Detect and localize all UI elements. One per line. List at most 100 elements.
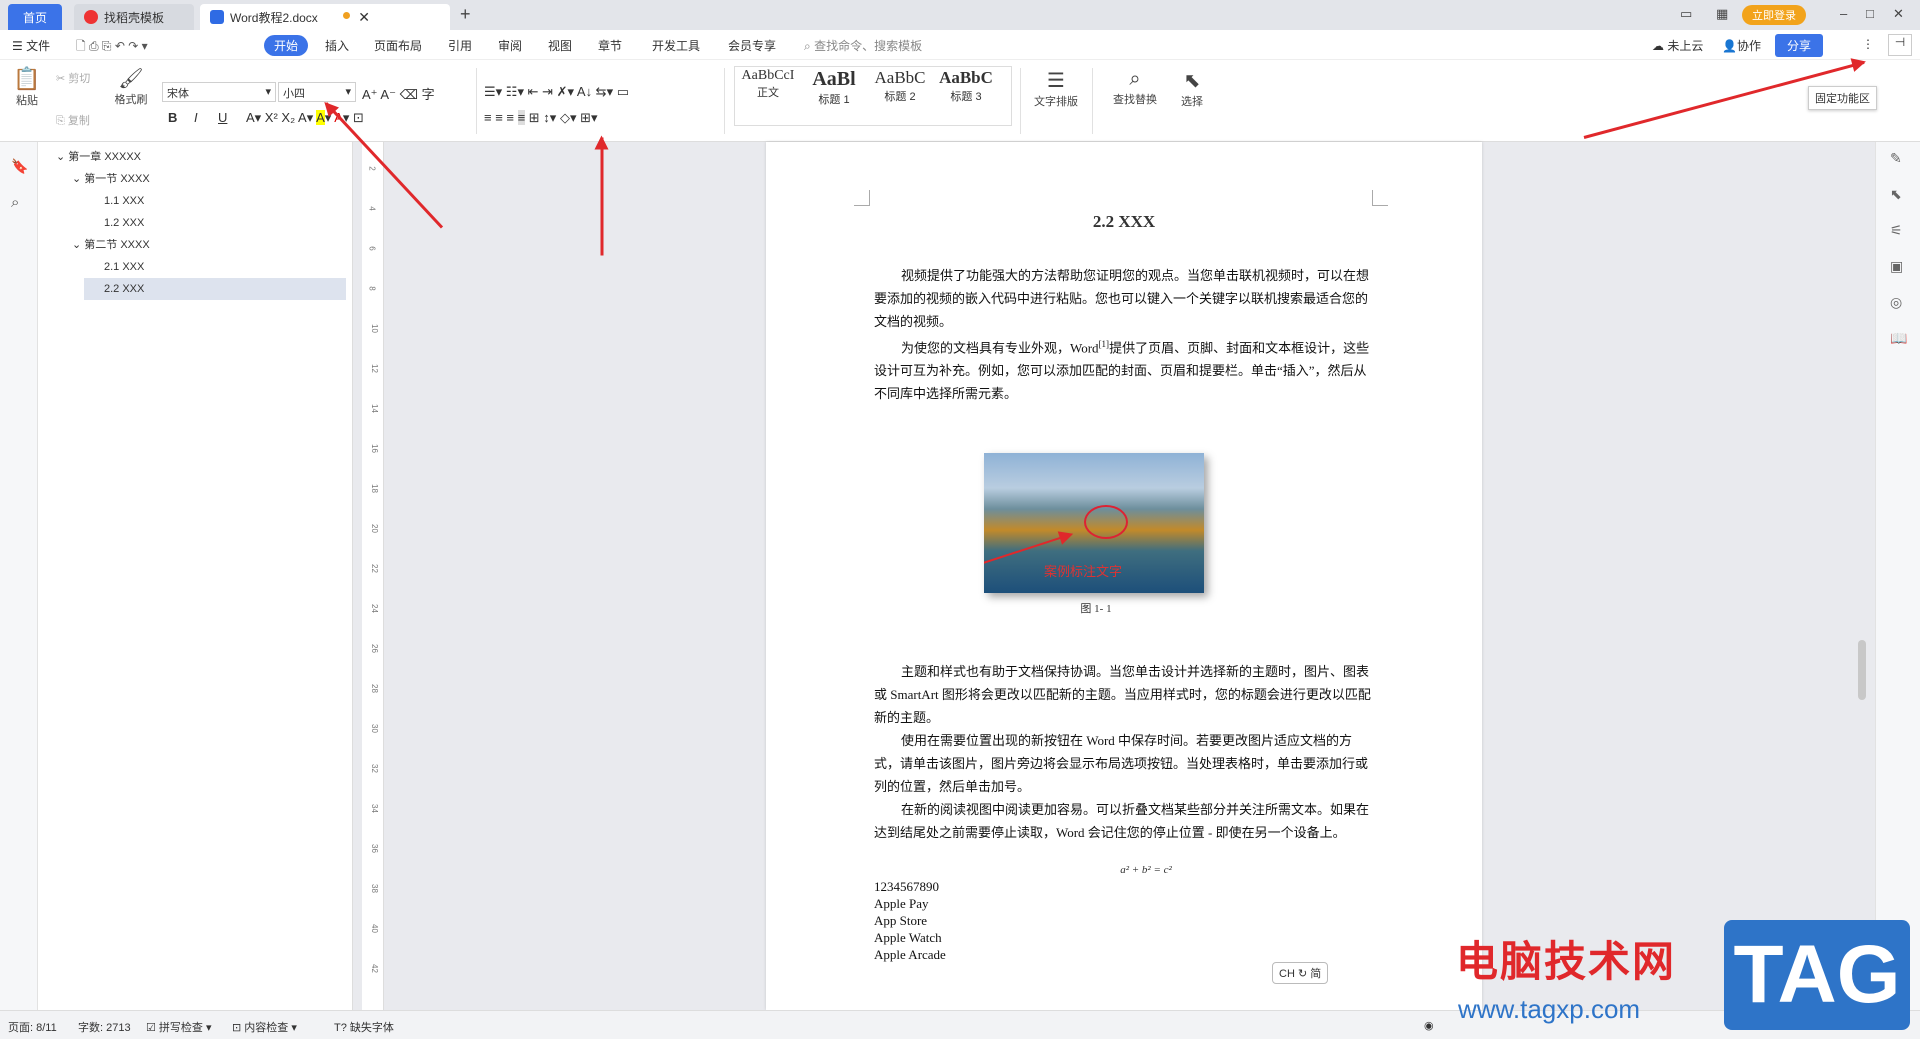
tab-layout[interactable]: 页面布局: [374, 37, 422, 54]
eye-protect-icon[interactable]: ◉: [1424, 1019, 1434, 1032]
tab-view[interactable]: 视图: [548, 37, 572, 54]
ruler-tick: 10: [369, 324, 379, 333]
maximize-icon[interactable]: □: [1866, 6, 1874, 21]
tab-reference[interactable]: 引用: [448, 37, 472, 54]
left-tool-strip: 🔖 ⌕: [0, 142, 38, 1010]
paste-button[interactable]: 📋 粘贴: [10, 66, 44, 108]
style-heading3[interactable]: AaBbC 标题 3: [934, 68, 998, 116]
nav-item-chapter1[interactable]: ⌄ 第一章 XXXXX: [56, 146, 141, 168]
tab-vip[interactable]: 会员专享: [728, 37, 776, 54]
spell-check[interactable]: ☑ 拼写检查 ▾: [146, 1019, 212, 1035]
tab-template[interactable]: 找稻壳模板: [74, 4, 194, 30]
tab-start[interactable]: 开始: [264, 35, 309, 56]
pin-ribbon-icon[interactable]: ⊣: [1888, 34, 1912, 56]
cloud-status-label: 未上云: [1667, 39, 1704, 53]
bookmark-icon[interactable]: 🔖: [11, 158, 28, 175]
content-check[interactable]: ⊡ 内容检查 ▾: [232, 1019, 297, 1035]
brush-icon: 🖌: [118, 68, 144, 90]
nav-item-2-2[interactable]: 2.2 XXX: [84, 278, 346, 300]
style-normal[interactable]: AaBbCcI 正文: [736, 68, 800, 116]
paste-label: 粘贴: [16, 95, 38, 107]
word-count[interactable]: 字数: 2713: [78, 1019, 131, 1035]
minimize-icon[interactable]: –: [1840, 6, 1847, 21]
missing-font[interactable]: T? 缺失字体: [334, 1019, 394, 1035]
text-layout-button[interactable]: ☰ 文字排版: [1026, 68, 1086, 109]
navigation-pane: ⌄ 第一章 XXXXX ⌄ 第一节 XXXX 1.1 XXX 1.2 XXX ⌄…: [38, 142, 353, 1010]
tutorial-arrow: [600, 137, 604, 256]
format-painter-button[interactable]: 🖌 格式刷: [108, 66, 154, 107]
share-button[interactable]: 分享: [1775, 34, 1824, 57]
unsaved-dot-icon: [343, 12, 350, 19]
cloud-status[interactable]: ☁ 未上云: [1652, 37, 1703, 54]
paragraph-align-icons[interactable]: ≡ ≡ ≡ ≡ ⊞ ↕▾ ◇▾ ⊞▾: [484, 110, 598, 126]
style-heading2[interactable]: AaBbC 标题 2: [868, 68, 932, 116]
more-icon[interactable]: ⋮: [1862, 37, 1874, 51]
style-heading1[interactable]: AaBl 标题 1: [802, 68, 866, 116]
ime-indicator[interactable]: CH ↻ 简: [1272, 962, 1329, 984]
paragraph-5: 在新的阅读视图中阅读更加容易。可以折叠文档某些部分并关注所需文本。如果在达到结尾…: [874, 802, 1370, 840]
collab-button[interactable]: 👤协作: [1722, 37, 1761, 54]
document-page[interactable]: 2.2 XXX 视频提供了功能强大的方法帮助您证明您的观点。当您单击联机视频时，…: [766, 142, 1482, 1010]
image-icon[interactable]: ▣: [1890, 258, 1903, 275]
location-icon[interactable]: ◎: [1890, 294, 1902, 311]
new-tab-button[interactable]: +: [460, 4, 471, 25]
font-select[interactable]: 宋体 ▾: [162, 82, 276, 102]
tab-developer[interactable]: 开发工具: [652, 37, 700, 54]
copy-label: 复制: [67, 115, 90, 127]
style-heading1-label: 标题 1: [818, 94, 850, 106]
paragraph-list-icons[interactable]: ☰▾ ☷▾ ⇤ ⇥ ✗▾ A↓ ⇆▾ ▭: [484, 84, 629, 100]
command-search[interactable]: ⌕ 查找命令、搜索模板: [804, 37, 922, 54]
landscape-image[interactable]: 案例标注文字: [984, 453, 1204, 593]
nav-item-label: 第一节 XXXX: [84, 173, 150, 185]
login-button[interactable]: 立即登录: [1742, 5, 1806, 25]
file-menu[interactable]: ☰ 文件: [12, 37, 50, 54]
quick-access-icons[interactable]: 🗋 ⎙ ⎘ ↶ ↷ ▾: [76, 37, 148, 58]
close-tab-icon[interactable]: ✕: [358, 9, 370, 26]
list-line: Apple Watch: [874, 930, 942, 945]
search-icon[interactable]: ⌕: [11, 194, 19, 211]
pointer-icon[interactable]: ⬉: [1890, 186, 1902, 203]
watermark-logo: TAG: [1724, 920, 1910, 1030]
cut-button[interactable]: ✂ 剪切: [56, 70, 90, 86]
paste-icon: 📋: [13, 66, 41, 91]
formula: a² + b² = c²: [1120, 864, 1172, 876]
find-replace-label: 查找替换: [1113, 94, 1157, 106]
footnote-ref[interactable]: [1]: [1099, 339, 1110, 349]
nav-item-section1[interactable]: ⌄ 第一节 XXXX: [72, 168, 150, 190]
settings-sliders-icon[interactable]: ⚟: [1890, 222, 1903, 239]
tab-review[interactable]: 审阅: [498, 37, 522, 54]
font-size-select[interactable]: 小四 ▾: [278, 82, 356, 102]
edit-icon[interactable]: ✎: [1890, 150, 1902, 167]
nav-item-section2[interactable]: ⌄ 第二节 XXXX: [72, 234, 150, 256]
find-replace-button[interactable]: ⌕ 查找替换: [1104, 68, 1166, 107]
tab-home[interactable]: 首页: [8, 4, 62, 30]
divider: [724, 68, 725, 134]
underline-button[interactable]: U: [218, 110, 227, 125]
select-label: 选择: [1181, 96, 1203, 108]
nav-item-label: 第一章 XXXXX: [68, 151, 142, 163]
close-window-icon[interactable]: ✕: [1893, 6, 1904, 22]
nav-item-1-1[interactable]: 1.1 XXX: [104, 190, 144, 212]
page-count[interactable]: 页面: 8/11: [8, 1019, 57, 1035]
ruler-tick: 22: [369, 564, 379, 573]
bold-button[interactable]: B: [168, 110, 177, 125]
layout-icon[interactable]: ▭: [1680, 6, 1692, 22]
section-heading: 2.2 XXX: [1092, 212, 1156, 231]
select-button[interactable]: ⬉ 选择: [1172, 68, 1212, 109]
ruler-tick: 32: [369, 764, 379, 773]
tab-chapter[interactable]: 章节: [598, 37, 622, 54]
apps-grid-icon[interactable]: ▦: [1716, 6, 1728, 22]
nav-item-2-1[interactable]: 2.1 XXX: [104, 256, 144, 278]
italic-button[interactable]: I: [194, 110, 198, 125]
tab-document[interactable]: Word教程2.docx ✕: [200, 4, 450, 30]
nav-item-1-2[interactable]: 1.2 XXX: [104, 212, 144, 234]
annotation-circle: [1084, 505, 1128, 539]
divider: [1092, 68, 1093, 134]
vertical-scrollbar[interactable]: [1858, 640, 1866, 700]
copy-button[interactable]: ⎘ 复制: [56, 112, 90, 128]
font-grow-shrink-icons[interactable]: A⁺ A⁻ ⌫ 字: [362, 84, 435, 103]
tab-insert[interactable]: 插入: [325, 37, 349, 54]
book-icon[interactable]: 📖: [1890, 330, 1907, 347]
style-normal-label: 正文: [757, 87, 779, 99]
paragraph-4: 使用在需要位置出现的新按钮在 Word 中保存时间。若要更改图片适应文档的方式，…: [874, 733, 1369, 794]
